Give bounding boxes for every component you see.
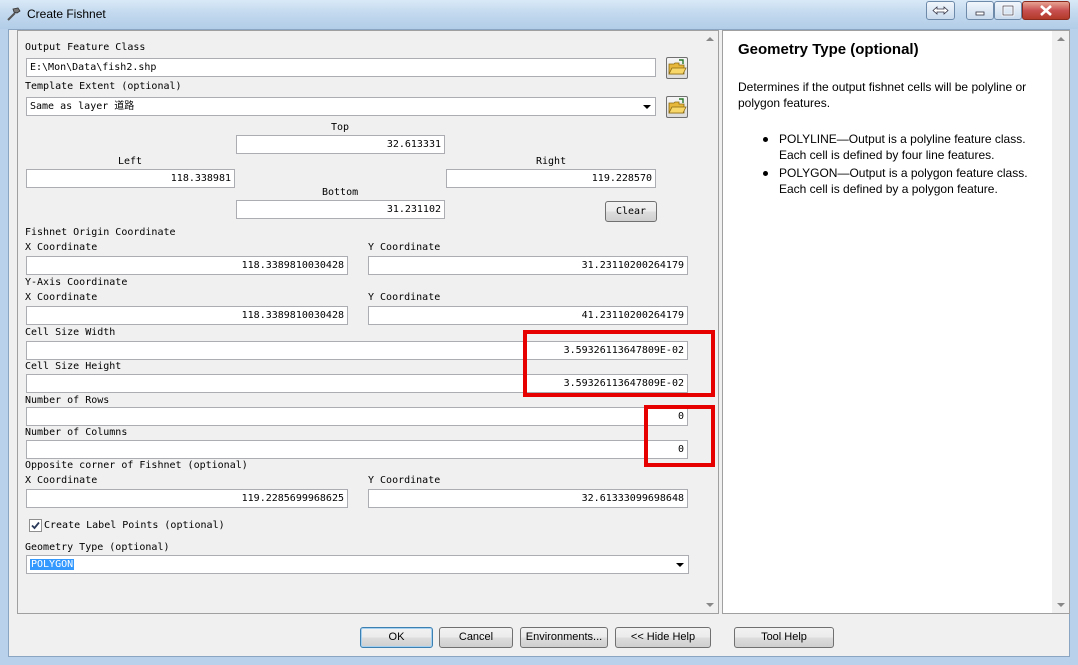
help-option-polyline: POLYLINE—Output is a polyline feature cl… <box>762 131 1052 163</box>
cell-height-label: Cell Size Height <box>25 361 122 372</box>
geometry-type-value: POLYGON <box>30 559 75 570</box>
hammer-tool-icon <box>7 7 21 21</box>
open-folder-icon <box>668 98 687 114</box>
cell-size-highlight-box <box>523 330 715 397</box>
origin-y-label: Y Coordinate <box>368 242 441 253</box>
help-intro: Determines if the output fishnet cells w… <box>738 80 1027 110</box>
scroll-down-icon[interactable] <box>1057 603 1065 607</box>
label-points-label: Create Label Points (optional) <box>44 520 225 531</box>
title-bar: Create Fishnet <box>0 0 1078 29</box>
checkmark-icon <box>31 521 40 530</box>
minimize-button[interactable] <box>966 1 994 20</box>
columns-label: Number of Columns <box>25 427 128 438</box>
extent-bottom-input[interactable]: 31.231102 <box>236 200 445 219</box>
extent-right-label: Right <box>536 156 567 167</box>
help-title: Geometry Type (optional) <box>738 41 919 58</box>
template-extent-value: Same as layer 道路 <box>30 101 135 112</box>
geometry-type-label: Geometry Type (optional) <box>25 542 170 553</box>
browse-template-button[interactable] <box>666 96 688 118</box>
environments-button[interactable]: Environments... <box>520 627 608 648</box>
opposite-x-input[interactable]: 119.2285699968625 <box>26 489 348 508</box>
rows-columns-highlight-box <box>644 405 715 467</box>
columns-input[interactable]: 0 <box>26 440 688 459</box>
opposite-y-label: Y Coordinate <box>368 475 441 486</box>
extent-top-label: Top <box>331 122 350 133</box>
label-points-checkbox[interactable] <box>29 519 42 532</box>
chevron-down-icon <box>643 105 651 109</box>
help-pane <box>722 30 1070 614</box>
help-options-list: POLYLINE—Output is a polyline feature cl… <box>762 131 1052 199</box>
origin-y-input[interactable]: 31.23110200264179 <box>368 256 688 275</box>
extent-left-input[interactable]: 118.338981 <box>26 169 235 188</box>
parameters-scrollbar[interactable] <box>701 31 718 613</box>
scroll-up-icon[interactable] <box>706 37 714 41</box>
ok-button[interactable]: OK <box>360 627 433 648</box>
browse-output-button[interactable] <box>666 57 688 79</box>
opposite-y-input[interactable]: 32.61333099698648 <box>368 489 688 508</box>
close-window-button[interactable] <box>1022 1 1070 20</box>
help-scrollbar[interactable] <box>1052 31 1069 613</box>
yaxis-label: Y-Axis Coordinate <box>25 277 128 288</box>
output-feature-class-input[interactable]: E:\Mon\Data\fish2.shp <box>26 58 656 77</box>
extent-bottom-label: Bottom <box>322 187 359 198</box>
scroll-up-icon[interactable] <box>1057 37 1065 41</box>
yaxis-y-input[interactable]: 41.23110200264179 <box>368 306 688 325</box>
scroll-down-icon[interactable] <box>706 603 714 607</box>
opposite-x-label: X Coordinate <box>25 475 98 486</box>
extent-left-label: Left <box>118 156 143 167</box>
origin-x-input[interactable]: 118.3389810030428 <box>26 256 348 275</box>
hide-help-button[interactable]: << Hide Help <box>615 627 711 648</box>
yaxis-y-label: Y Coordinate <box>368 292 441 303</box>
extent-right-input[interactable]: 119.228570 <box>446 169 656 188</box>
opposite-corner-label: Opposite corner of Fishnet (optional) <box>25 460 248 471</box>
arrows-horizontal-icon <box>932 6 949 15</box>
minimize-icon <box>975 11 985 16</box>
rows-input[interactable]: 0 <box>26 407 688 426</box>
geometry-type-select[interactable]: POLYGON <box>26 555 689 574</box>
rows-label: Number of Rows <box>25 395 110 406</box>
cell-width-label: Cell Size Width <box>25 327 116 338</box>
template-extent-select[interactable]: Same as layer 道路 <box>26 97 656 116</box>
yaxis-x-label: X Coordinate <box>25 292 98 303</box>
cancel-button[interactable]: Cancel <box>439 627 513 648</box>
restore-window-button[interactable] <box>926 1 955 20</box>
template-extent-label: Template Extent (optional) <box>25 81 182 92</box>
close-icon <box>1040 5 1052 16</box>
window-title: Create Fishnet <box>27 7 106 21</box>
extent-top-input[interactable]: 32.613331 <box>236 135 445 154</box>
origin-x-label: X Coordinate <box>25 242 98 253</box>
tool-help-button[interactable]: Tool Help <box>734 627 834 648</box>
origin-label: Fishnet Origin Coordinate <box>25 227 176 238</box>
maximize-button[interactable] <box>994 1 1022 20</box>
open-folder-icon <box>668 59 687 75</box>
chevron-down-icon <box>676 563 684 567</box>
help-option-polygon: POLYGON—Output is a polygon feature clas… <box>762 165 1052 197</box>
clear-extent-button[interactable]: Clear <box>605 201 657 222</box>
maximize-icon <box>1001 4 1015 17</box>
output-feature-class-label: Output Feature Class <box>25 42 146 53</box>
yaxis-x-input[interactable]: 118.3389810030428 <box>26 306 348 325</box>
